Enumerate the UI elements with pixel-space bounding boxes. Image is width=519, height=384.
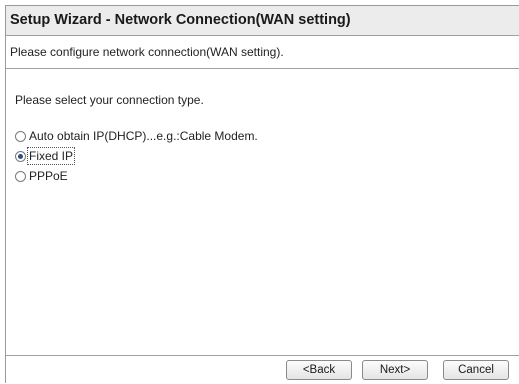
instruction-bar: Please configure network connection(WAN …: [6, 36, 519, 69]
radio-option-dhcp[interactable]: Auto obtain IP(DHCP)...e.g.:Cable Modem.: [15, 128, 258, 144]
radio-label-fixed-ip: Fixed IP: [26, 147, 76, 165]
wizard-frame: Setup Wizard - Network Connection(WAN se…: [5, 5, 519, 384]
next-button[interactable]: Next>: [362, 360, 428, 380]
radio-option-pppoe[interactable]: PPPoE: [15, 168, 68, 184]
back-button[interactable]: <Back: [286, 360, 352, 380]
wizard-footer: <Back Next> Cancel: [6, 356, 519, 384]
radio-pppoe[interactable]: [15, 170, 26, 182]
title-bar: Setup Wizard - Network Connection(WAN se…: [6, 6, 519, 36]
radio-fixed-ip[interactable]: [15, 150, 26, 162]
radio-option-fixed-ip[interactable]: Fixed IP: [15, 147, 76, 165]
page-title: Setup Wizard - Network Connection(WAN se…: [10, 12, 351, 28]
instruction-text: Please configure network connection(WAN …: [10, 45, 284, 59]
cancel-button[interactable]: Cancel: [443, 360, 509, 380]
radio-label-pppoe: PPPoE: [29, 169, 68, 183]
connection-type-panel: Please select your connection type. Auto…: [6, 69, 519, 356]
radio-label-dhcp: Auto obtain IP(DHCP)...e.g.:Cable Modem.: [29, 129, 258, 143]
radio-dhcp[interactable]: [15, 130, 26, 142]
connection-type-prompt: Please select your connection type.: [15, 93, 204, 107]
